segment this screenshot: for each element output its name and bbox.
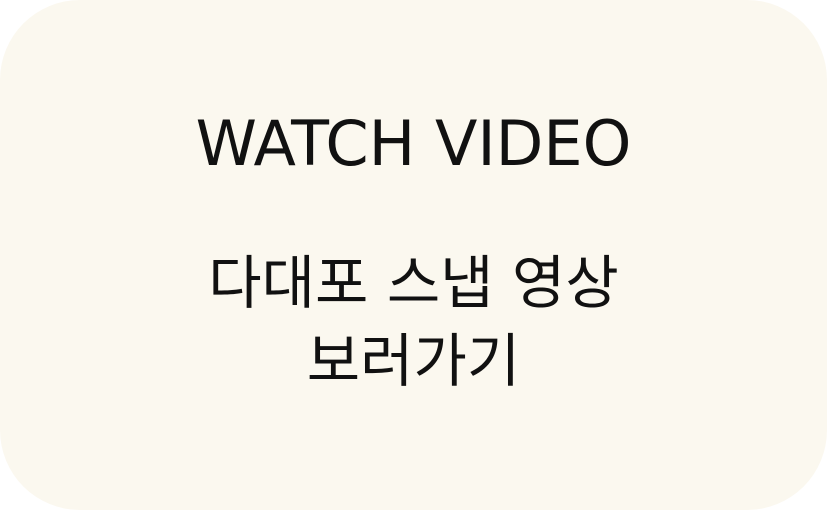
button-title: WATCH VIDEO [195, 107, 632, 180]
subtitle-line-2: 보러가기 [306, 327, 521, 395]
button-subtitle: 다대포 스냅 영상 보러가기 [0, 244, 827, 400]
watch-video-button[interactable]: WATCH VIDEO 다대포 스냅 영상 보러가기 [0, 0, 827, 510]
subtitle-line-1: 다대포 스냅 영상 [208, 249, 619, 317]
